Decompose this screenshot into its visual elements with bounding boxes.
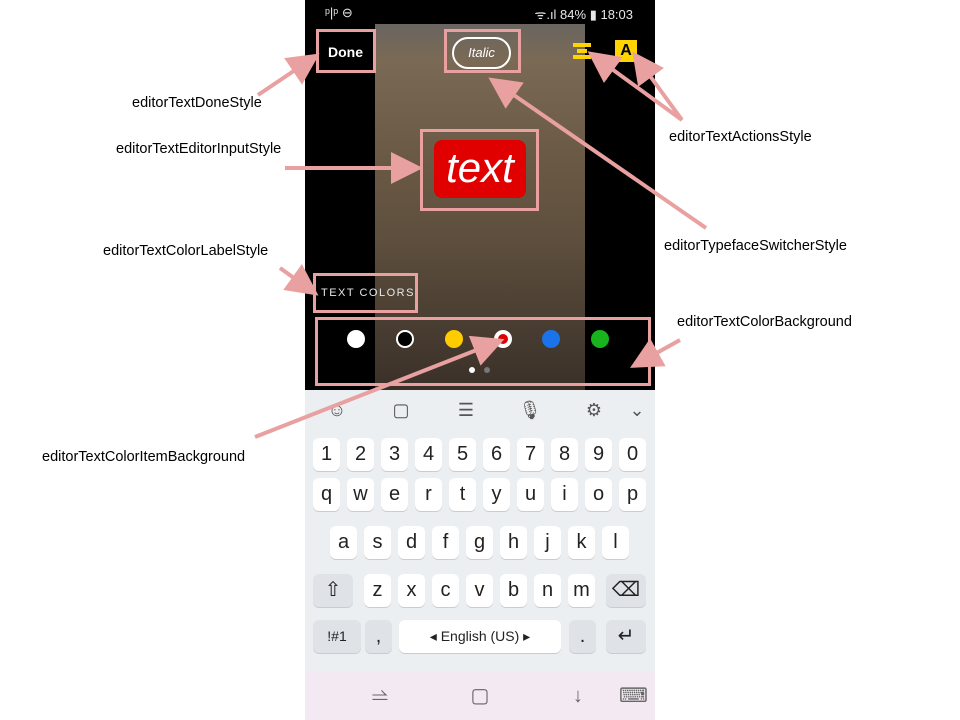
label-actions-style: editorTextActionsStyle — [669, 129, 812, 145]
key-h[interactable]: h — [500, 526, 527, 559]
key-o[interactable]: o — [585, 478, 612, 511]
space-key[interactable]: ◂ English (US) ▸ — [399, 620, 561, 653]
key-n[interactable]: n — [534, 574, 561, 607]
key-a[interactable]: a — [330, 526, 357, 559]
key-l[interactable]: l — [602, 526, 629, 559]
key-1[interactable]: 1 — [313, 438, 340, 471]
done-highlight-box — [316, 29, 376, 73]
label-input-style: editorTextEditorInputStyle — [116, 141, 282, 157]
color-label-highlight-box — [313, 273, 418, 313]
key-2[interactable]: 2 — [347, 438, 374, 471]
label-color-item-background: editorTextColorItemBackground — [42, 449, 246, 465]
key-3[interactable]: 3 — [381, 438, 408, 471]
key-j[interactable]: j — [534, 526, 561, 559]
period-key[interactable]: . — [569, 620, 596, 653]
collapse-icon[interactable]: ⌄ — [625, 398, 649, 422]
key-6[interactable]: 6 — [483, 438, 510, 471]
key-e[interactable]: e — [381, 478, 408, 511]
navigation-bar: ⥬ ▢ ↓ ⌨ — [305, 672, 655, 720]
key-7[interactable]: 7 — [517, 438, 544, 471]
key-z[interactable]: z — [364, 574, 391, 607]
enter-key[interactable]: ↵ — [606, 620, 646, 653]
emoji-icon[interactable]: ☺ — [325, 398, 349, 422]
recent-apps-icon[interactable]: ⥬ — [368, 684, 392, 708]
key-5[interactable]: 5 — [449, 438, 476, 471]
text-align-icon[interactable] — [571, 40, 593, 62]
clipboard-icon[interactable]: ☰ — [454, 398, 478, 422]
input-highlight-box — [420, 129, 539, 211]
key-v[interactable]: v — [466, 574, 493, 607]
key-i[interactable]: i — [551, 478, 578, 511]
key-u[interactable]: u — [517, 478, 544, 511]
label-color-background: editorTextColorBackground — [677, 314, 852, 330]
symbols-key[interactable]: !#1 — [313, 620, 361, 653]
back-icon[interactable]: ↓ — [566, 684, 590, 708]
key-r[interactable]: r — [415, 478, 442, 511]
keyboard: ☺ ▢ ☰ 🎙 ⚙ ⌄ 1 2 3 4 5 6 7 8 9 0 q w e r … — [305, 390, 655, 672]
status-left: ᵖ|ᵖ ⊖ — [325, 5, 353, 20]
home-icon[interactable]: ▢ — [468, 684, 492, 708]
key-c[interactable]: c — [432, 574, 459, 607]
text-background-icon[interactable]: A — [615, 40, 637, 62]
key-m[interactable]: m — [568, 574, 595, 607]
key-8[interactable]: 8 — [551, 438, 578, 471]
key-d[interactable]: d — [398, 526, 425, 559]
key-f[interactable]: f — [432, 526, 459, 559]
status-bar: ᵖ|ᵖ ⊖ ᯤ.ıl 84% ▮ 18:03 — [305, 0, 655, 24]
key-t[interactable]: t — [449, 478, 476, 511]
backspace-key[interactable]: ⌫ — [606, 574, 646, 607]
key-s[interactable]: s — [364, 526, 391, 559]
shift-key[interactable]: ⇧ — [313, 574, 353, 607]
key-p[interactable]: p — [619, 478, 646, 511]
status-right: ᯤ.ıl 84% ▮ 18:03 — [534, 7, 633, 22]
key-4[interactable]: 4 — [415, 438, 442, 471]
microphone-icon[interactable]: 🎙 — [518, 398, 542, 422]
label-color-label-style: editorTextColorLabelStyle — [103, 243, 269, 259]
key-g[interactable]: g — [466, 526, 493, 559]
key-q[interactable]: q — [313, 478, 340, 511]
sticker-icon[interactable]: ▢ — [389, 398, 413, 422]
key-k[interactable]: k — [568, 526, 595, 559]
settings-icon[interactable]: ⚙ — [582, 398, 606, 422]
key-w[interactable]: w — [347, 478, 374, 511]
label-done-style: editorTextDoneStyle — [132, 95, 262, 111]
typeface-highlight-box — [444, 29, 521, 73]
key-0[interactable]: 0 — [619, 438, 646, 471]
key-9[interactable]: 9 — [585, 438, 612, 471]
keyboard-switch-icon[interactable]: ⌨ — [619, 684, 648, 708]
key-b[interactable]: b — [500, 574, 527, 607]
keyboard-toolbar: ☺ ▢ ☰ 🎙 ⚙ ⌄ — [305, 390, 655, 430]
color-background-highlight-box — [315, 317, 651, 386]
key-y[interactable]: y — [483, 478, 510, 511]
label-typeface-switcher-style: editorTypefaceSwitcherStyle — [664, 238, 847, 254]
comma-key[interactable]: , — [365, 620, 392, 653]
key-x[interactable]: x — [398, 574, 425, 607]
